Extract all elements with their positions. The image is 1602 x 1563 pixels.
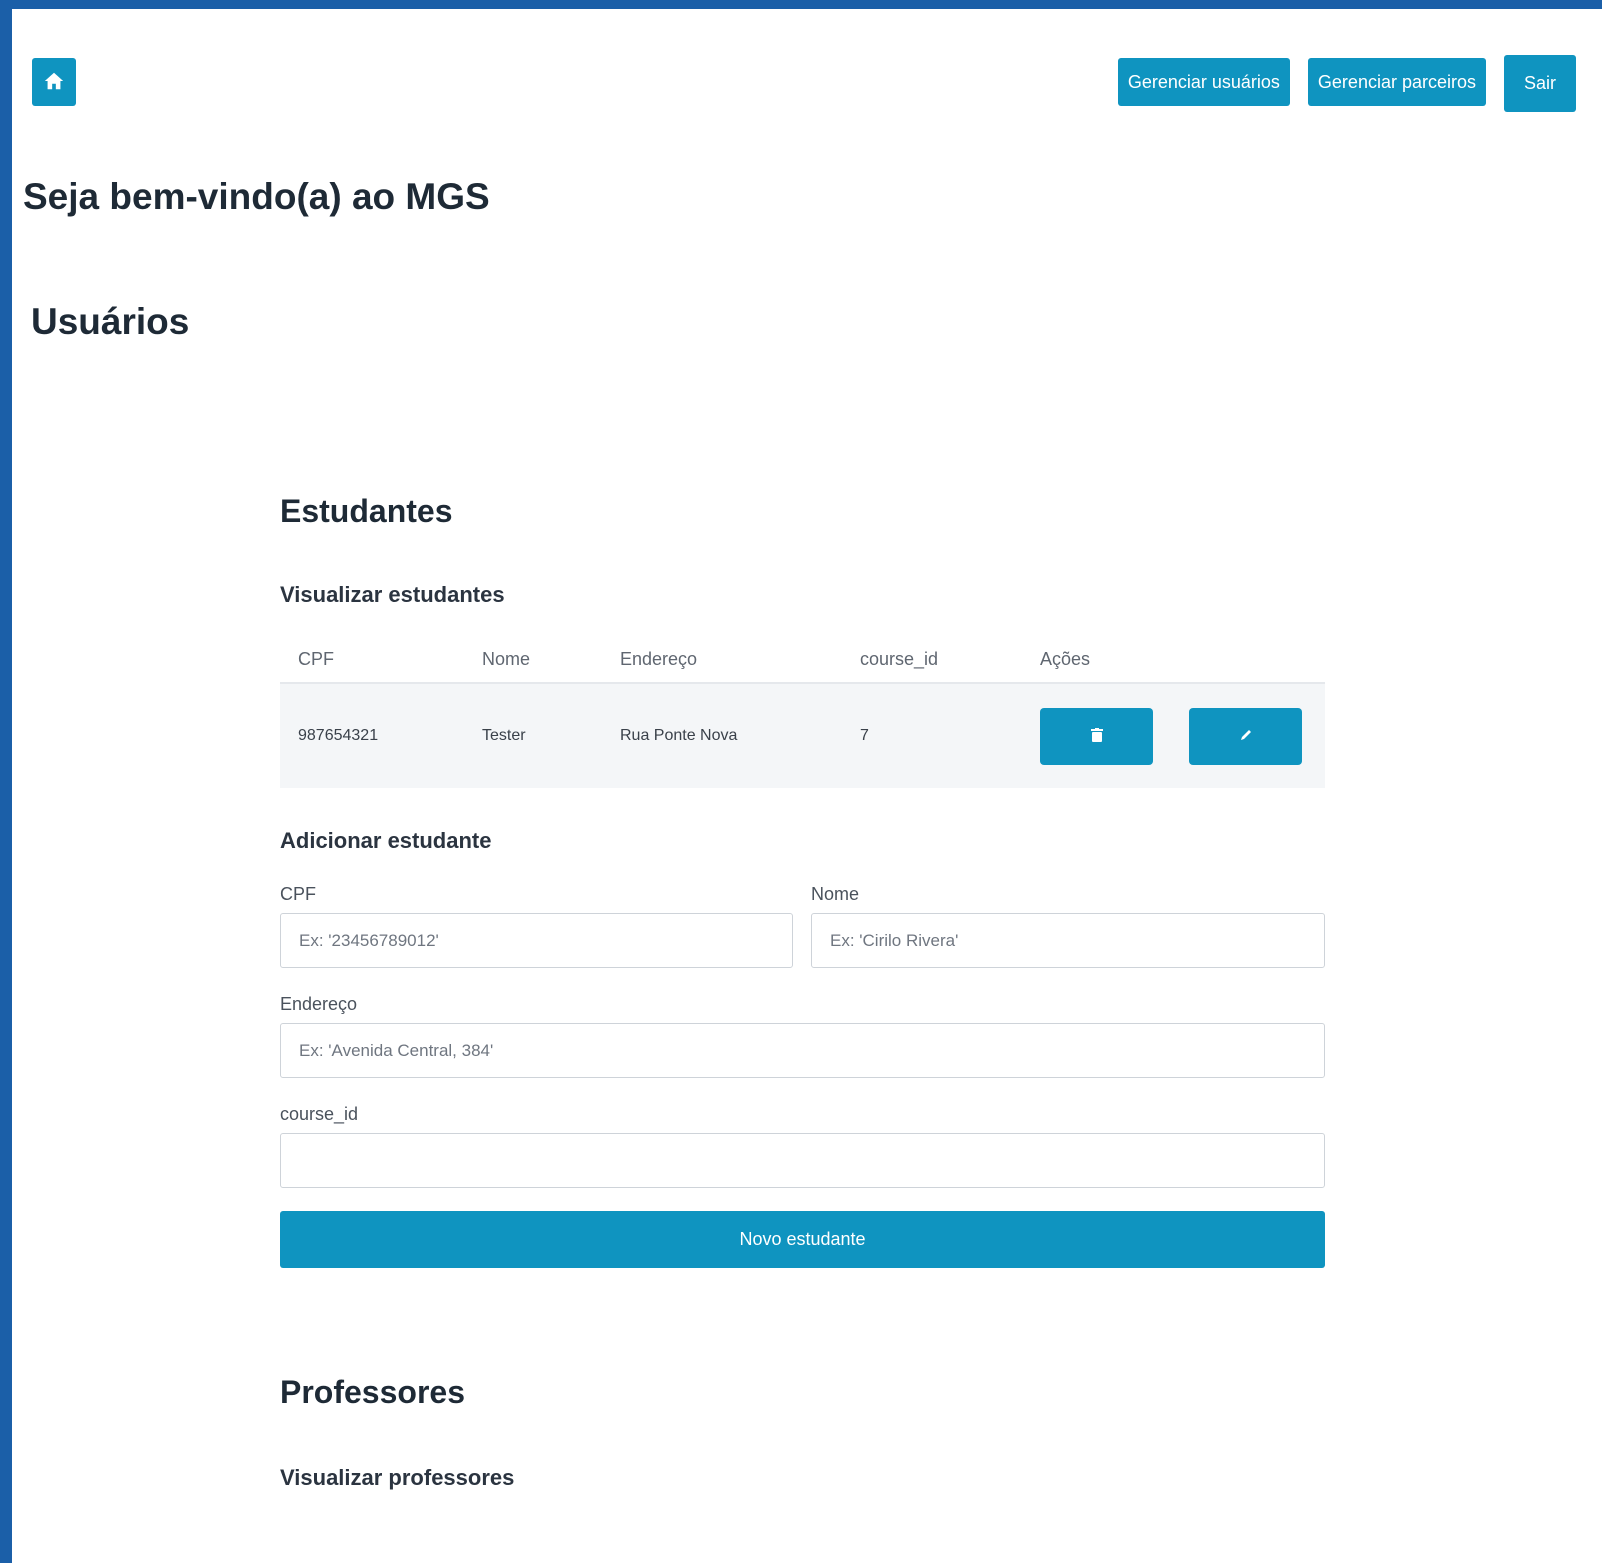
endereco-field: Endereço — [280, 994, 1325, 1078]
manage-partners-button[interactable]: Gerenciar parceiros — [1307, 58, 1486, 106]
edit-button[interactable] — [1189, 707, 1302, 765]
course-id-label: course_id — [280, 1104, 359, 1124]
students-section: Estudantes Visualizar estudantes CPF Nom… — [280, 493, 1325, 1491]
nome-field: Nome — [811, 884, 1325, 968]
column-header: Endereço — [620, 648, 698, 669]
home-icon — [43, 70, 65, 95]
new-student-button[interactable]: Novo estudante — [280, 1211, 1325, 1268]
course-id-field: course_id — [280, 1104, 1325, 1188]
column-header: Nome — [482, 648, 531, 669]
cell-endereco: Rua Ponte Nova — [602, 682, 842, 788]
cell-actions — [1022, 682, 1325, 788]
view-students-title: Visualizar estudantes — [280, 582, 505, 607]
endereco-input[interactable] — [280, 1023, 1325, 1078]
home-button[interactable] — [32, 58, 76, 106]
top-actions: Gerenciar usuários Gerenciar parceiros S… — [1117, 55, 1576, 112]
cpf-field: CPF — [280, 884, 793, 968]
nome-label: Nome — [811, 884, 860, 904]
pencil-icon — [1239, 728, 1253, 745]
trash-icon — [1090, 727, 1103, 745]
manage-users-button[interactable]: Gerenciar usuários — [1117, 58, 1290, 106]
column-header: Ações — [1040, 648, 1091, 669]
logout-button[interactable]: Sair — [1503, 55, 1576, 112]
nome-input[interactable] — [811, 913, 1325, 968]
welcome-heading: Seja bem-vindo(a) ao MGS — [23, 176, 490, 217]
view-professors-title: Visualizar professores — [280, 1465, 515, 1490]
endereco-label: Endereço — [280, 994, 358, 1014]
professors-title: Professores — [280, 1374, 465, 1410]
cell-course-id: 7 — [842, 682, 1022, 788]
column-header: CPF — [298, 648, 334, 669]
page: Gerenciar usuários Gerenciar parceiros S… — [12, 9, 1602, 1563]
table-header-row: CPF Nome Endereço course_id Ações — [280, 636, 1325, 683]
students-table: CPF Nome Endereço course_id Ações 987654… — [280, 636, 1325, 788]
cell-cpf: 987654321 — [280, 682, 464, 788]
add-student-title: Adicionar estudante — [280, 828, 492, 853]
cpf-label: CPF — [280, 884, 316, 904]
cpf-input[interactable] — [280, 913, 793, 968]
column-header: course_id — [860, 648, 939, 669]
delete-button[interactable] — [1040, 707, 1153, 765]
student-form-row: CPF Nome — [280, 884, 1325, 968]
course-id-input[interactable] — [280, 1133, 1325, 1188]
cell-nome: Tester — [464, 682, 602, 788]
students-title: Estudantes — [280, 493, 453, 529]
section-title: Usuários — [31, 301, 190, 342]
table-row: 987654321 Tester Rua Ponte Nova 7 — [280, 682, 1325, 788]
